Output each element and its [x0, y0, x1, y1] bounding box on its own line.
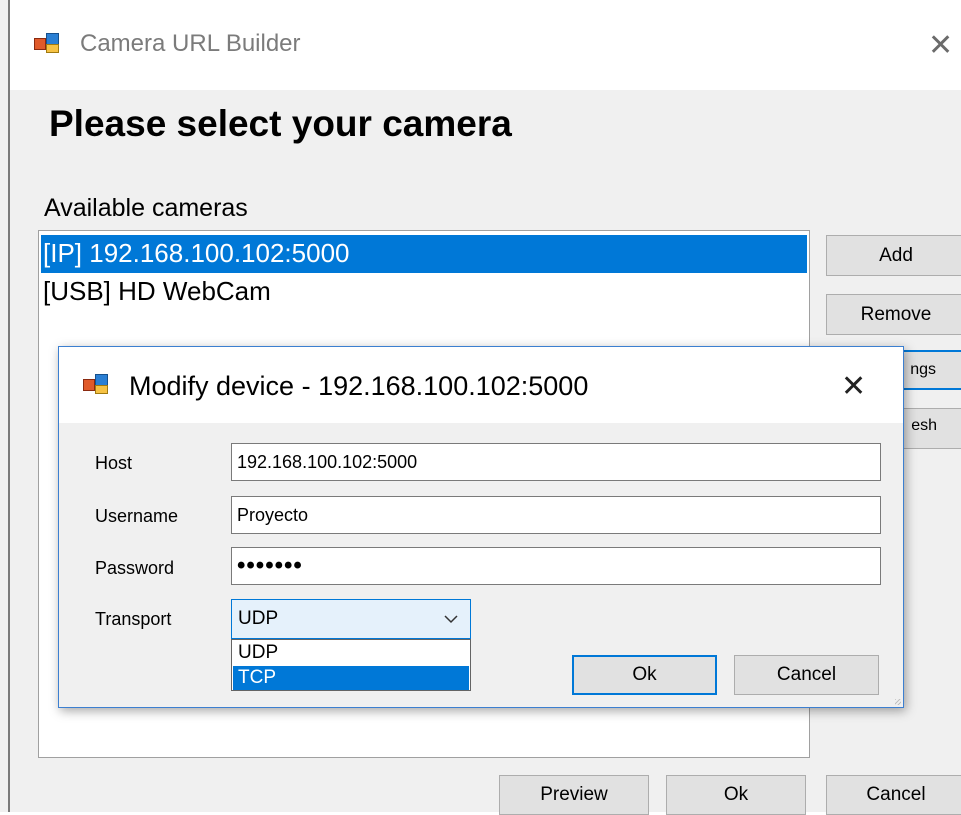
dialog-ok-button[interactable]: Ok [572, 655, 717, 695]
username-label: Username [95, 506, 179, 526]
cancel-button[interactable]: Cancel [826, 775, 961, 815]
page-title: Please select your camera [49, 103, 512, 144]
resize-grip[interactable] [895, 699, 901, 705]
dialog-title: Modify device - 192.168.100.102:5000 [129, 371, 589, 401]
preview-button[interactable]: Preview [499, 775, 649, 815]
ok-button[interactable]: Ok [666, 775, 806, 815]
title-bar: Camera URL Builder ✕ [10, 0, 961, 90]
host-label: Host [95, 453, 133, 473]
password-label: Password [95, 558, 175, 578]
window-title: Camera URL Builder [80, 30, 301, 57]
transport-select[interactable]: UDP [231, 599, 471, 639]
available-cameras-label: Available cameras [44, 194, 248, 222]
list-item-camera-ip[interactable]: [IP] 192.168.100.102:5000 [41, 235, 807, 273]
dialog-cancel-button[interactable]: Cancel [734, 655, 879, 695]
dialog-title-bar: Modify device - 192.168.100.102:5000 ✕ [59, 347, 903, 423]
add-button[interactable]: Add [826, 235, 961, 276]
transport-label: Transport [95, 609, 172, 629]
list-item-camera-usb[interactable]: [USB] HD WebCam [41, 273, 807, 311]
transport-option-tcp[interactable]: TCP [233, 666, 469, 690]
transport-dropdown-list[interactable]: UDP TCP [231, 639, 471, 691]
app-icon [34, 31, 60, 53]
remove-button[interactable]: Remove [826, 294, 961, 335]
modify-device-dialog: Modify device - 192.168.100.102:5000 ✕ H… [58, 346, 904, 708]
password-field[interactable]: ••••••• [231, 547, 881, 585]
app-icon [83, 372, 109, 394]
close-icon[interactable]: ✕ [928, 31, 953, 61]
host-field[interactable]: 192.168.100.102:5000 [231, 443, 881, 481]
transport-option-udp[interactable]: UDP [233, 641, 469, 665]
window-border [8, 0, 10, 812]
username-field[interactable]: Proyecto [231, 496, 881, 534]
close-icon[interactable]: ✕ [841, 372, 866, 402]
transport-selected-value: UDP [238, 608, 279, 629]
chevron-down-icon [444, 615, 458, 624]
